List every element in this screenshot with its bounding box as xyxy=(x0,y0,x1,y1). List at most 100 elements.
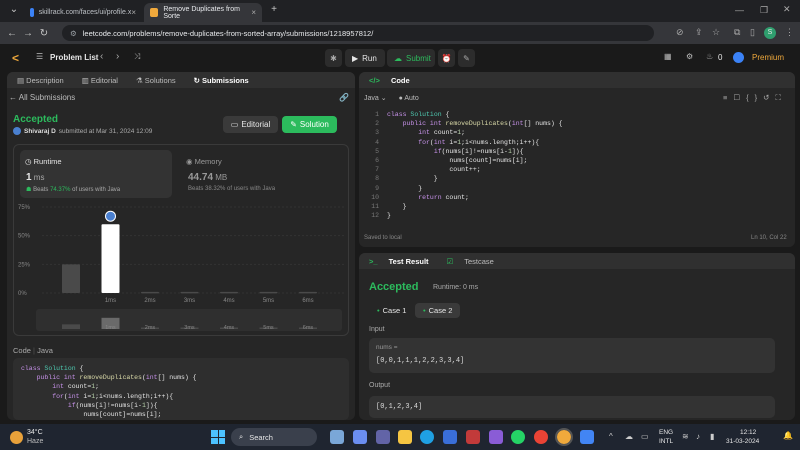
profile-avatar[interactable]: S xyxy=(764,27,776,39)
shuffle-icon[interactable]: ⤨ xyxy=(134,52,140,62)
fullscreen-icon[interactable]: ⛶ xyxy=(775,93,786,102)
app-icon-2[interactable] xyxy=(489,430,503,444)
bar xyxy=(180,291,199,294)
code-tab-title[interactable]: </> Code xyxy=(369,76,419,85)
close-window-icon[interactable]: ✕ xyxy=(783,4,791,15)
taskbar-search[interactable]: ⌕ Search xyxy=(231,428,317,446)
streak-fire-icon[interactable]: ♨ xyxy=(706,52,713,61)
share-icon[interactable]: ⇪ xyxy=(695,27,703,38)
battery-icon[interactable]: ▮ xyxy=(710,432,714,441)
auto-toggle[interactable]: ● Auto xyxy=(399,95,419,102)
volume-icon[interactable]: ♪ xyxy=(696,432,700,441)
keyboard-layout[interactable]: INTL xyxy=(659,438,673,445)
wifi-icon[interactable]: ≋ xyxy=(682,432,689,441)
case-2-tab[interactable]: • Case 2 xyxy=(415,303,461,318)
maximize-icon[interactable]: ❐ xyxy=(760,5,768,16)
tray-chevron-icon[interactable]: ^ xyxy=(609,432,613,441)
runtime-card[interactable]: ◷ Runtime 1 ms ☗ Beats 74.37% of users w… xyxy=(20,150,172,198)
list-icon[interactable]: ☰ xyxy=(36,52,43,61)
streak-count: 0 xyxy=(718,53,723,62)
edge-icon[interactable] xyxy=(420,430,434,444)
browser-tab-leetcode[interactable]: Remove Duplicates from Sorte × xyxy=(144,3,262,22)
next-problem-icon[interactable]: › xyxy=(116,51,119,62)
bookmark-icon[interactable]: ☆ xyxy=(712,27,720,38)
input-value: [0,0,1,1,1,2,2,3,3,4] xyxy=(376,357,465,365)
case-1-tab[interactable]: • Case 1 xyxy=(369,303,414,318)
tab-test-result[interactable]: >_ Test Result xyxy=(369,257,438,266)
app-icon-3[interactable] xyxy=(580,430,594,444)
tab-submissions[interactable]: ↻ Submissions xyxy=(194,76,258,85)
url-field[interactable]: ⚙ leetcode.com/problems/remove-duplicate… xyxy=(62,25,654,41)
input-box[interactable]: nums = [0,0,1,1,1,2,2,3,3,4] xyxy=(369,338,775,373)
avatar[interactable] xyxy=(733,52,744,63)
submitted-code[interactable]: class Solution { public int removeDuplic… xyxy=(13,358,349,420)
close-icon[interactable]: × xyxy=(131,8,136,17)
meet-icon[interactable] xyxy=(376,430,390,444)
extensions-icon[interactable]: ⧉ xyxy=(734,27,740,38)
solution-button[interactable]: ✎ Solution xyxy=(282,116,337,133)
clock-time[interactable]: 12:12 xyxy=(740,429,756,436)
windows-start-icon[interactable] xyxy=(211,430,225,444)
case-label: Case 1 xyxy=(382,306,407,315)
back-icon[interactable]: ← xyxy=(4,28,20,39)
tab-solutions[interactable]: ⚗ Solutions xyxy=(136,76,185,85)
hide-icon[interactable]: ⊘ xyxy=(676,27,684,38)
premium-link[interactable]: Premium xyxy=(752,53,784,62)
notes-icon[interactable]: ✎ xyxy=(458,49,475,67)
format-icon[interactable]: ≡ xyxy=(723,93,733,102)
reset-icon[interactable]: ↺ xyxy=(763,93,775,102)
runtime-beats-pct: 74.37% xyxy=(50,187,71,193)
timer-icon[interactable]: ⏰ xyxy=(438,49,455,67)
language-select[interactable]: Java ⌄ xyxy=(364,95,387,102)
code-editor[interactable]: class Solution { public int removeDuplic… xyxy=(387,110,563,220)
forward-icon[interactable]: → xyxy=(20,28,36,39)
tab-title: skillrack.com/faces/ui/profile.x xyxy=(38,9,132,16)
browser-tab-skillrack[interactable]: skillrack.com/faces/ui/profile.x × xyxy=(24,3,142,22)
link-icon[interactable]: 🔗 xyxy=(339,93,349,102)
bookmark-icon[interactable]: ☐ xyxy=(733,93,746,102)
notification-icon[interactable]: 🔔 xyxy=(783,431,793,440)
chrome-icon[interactable] xyxy=(534,430,548,444)
all-submissions-link[interactable]: ← All Submissions xyxy=(9,93,75,102)
battery-tray-icon[interactable]: ▭ xyxy=(641,432,649,441)
editorial-button[interactable]: ▭ Editorial xyxy=(223,116,278,133)
weather-icon[interactable] xyxy=(10,431,23,444)
menu-icon[interactable]: ⋮ xyxy=(785,27,794,38)
submit-button[interactable]: ☁ Submit xyxy=(387,49,435,67)
sidebar-icon[interactable]: ▯ xyxy=(750,27,755,38)
minimize-icon[interactable]: — xyxy=(735,5,744,15)
store-icon[interactable] xyxy=(443,430,457,444)
settings-icon[interactable]: ⚙ xyxy=(686,52,693,61)
close-icon[interactable]: × xyxy=(251,8,256,17)
language-indicator[interactable]: ENG xyxy=(659,429,673,436)
chrome-profile-icon[interactable] xyxy=(555,428,573,446)
debug-icon[interactable]: ✱ xyxy=(325,49,342,67)
braces-icon[interactable]: {} xyxy=(746,93,763,102)
memory-card[interactable]: ◉ Memory 44.74 MB Beats 38.32% of users … xyxy=(186,150,338,198)
file-explorer-icon[interactable] xyxy=(398,430,412,444)
leetcode-logo-icon[interactable]: < xyxy=(12,51,23,65)
new-tab-icon[interactable]: + xyxy=(266,4,282,15)
prev-problem-icon[interactable]: ‹ xyxy=(100,51,103,62)
cloud-tray-icon[interactable]: ☁ xyxy=(625,432,633,441)
clock-date[interactable]: 31-03-2024 xyxy=(726,438,759,445)
app-icon[interactable] xyxy=(466,430,480,444)
code-tab[interactable]: Code xyxy=(13,346,31,355)
code-editor-panel: </> Code Java ⌄ ● Auto ≡☐{}↺⛶ 1 2 3 4 5 … xyxy=(359,72,795,247)
output-box[interactable]: [0,1,2,3,4] xyxy=(369,396,775,418)
teams-icon[interactable] xyxy=(353,430,367,444)
reload-icon[interactable]: ↻ xyxy=(36,28,52,39)
tab-menu-icon[interactable]: ⌄ xyxy=(6,4,22,15)
tab-label: Editorial xyxy=(90,75,118,85)
tab-testcase[interactable]: ☑ Testcase xyxy=(447,257,503,266)
tab-editorial[interactable]: ▥ Editorial xyxy=(82,76,127,85)
layout-icon[interactable]: ▦ xyxy=(664,52,672,61)
runtime-distribution-chart[interactable]: 75% 50% 25% 0% 1ms 2ms 3ms 4ms 5ms 6ms 1ms 2ms 3ms 4m… xyxy=(14,201,350,335)
whatsapp-icon[interactable] xyxy=(511,430,525,444)
run-button[interactable]: ▶ Run xyxy=(345,49,385,67)
tab-description[interactable]: ▤ Description xyxy=(17,76,73,85)
task-view-icon[interactable] xyxy=(330,430,344,444)
problem-list-link[interactable]: Problem List xyxy=(50,53,98,62)
site-info-icon[interactable]: ⚙ xyxy=(70,29,77,38)
username[interactable]: Shivaraj D xyxy=(24,128,56,135)
